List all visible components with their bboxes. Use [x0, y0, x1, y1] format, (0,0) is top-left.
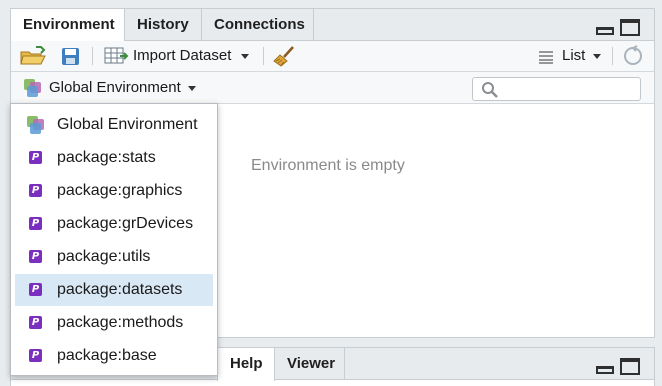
environment-selector[interactable]: Global Environment [19, 77, 209, 99]
chevron-down-icon [241, 54, 249, 59]
package-icon: P [29, 217, 42, 230]
package-icon: P [29, 184, 42, 197]
open-folder-icon[interactable] [19, 45, 47, 67]
package-icon: P [29, 151, 42, 164]
menu-item-package-methods[interactable]: P package:methods [15, 307, 213, 339]
package-icon: P [29, 316, 42, 329]
view-mode-button[interactable]: List [538, 45, 604, 67]
package-icon: P [29, 250, 42, 263]
minimize-icon[interactable] [596, 27, 614, 35]
menu-item-label: package:datasets [57, 281, 183, 298]
import-dataset-label: Import Dataset [133, 47, 232, 64]
environment-selector-label: Global Environment [49, 79, 181, 96]
refresh-icon[interactable] [622, 45, 644, 67]
maximize-icon[interactable] [620, 19, 640, 36]
menu-item-package-base[interactable]: P package:base [15, 340, 213, 372]
toolbar-separator [263, 47, 264, 65]
broom-icon[interactable] [273, 45, 297, 67]
menu-item-label: package:graphics [57, 182, 183, 199]
maximize-icon[interactable] [620, 358, 640, 375]
window-controls [596, 358, 642, 376]
tab-connections[interactable]: Connections [202, 9, 314, 40]
list-icon [538, 49, 554, 71]
window-controls [596, 19, 642, 37]
import-dataset-button[interactable]: Import Dataset [104, 45, 252, 67]
environment-icon [27, 116, 45, 134]
chevron-down-icon [188, 86, 196, 91]
package-icon: P [29, 349, 42, 362]
view-mode-label: List [562, 47, 586, 64]
table-icon [104, 47, 130, 72]
menu-item-package-graphics[interactable]: P package:graphics [15, 175, 213, 207]
package-icon: P [29, 283, 42, 296]
tab-environment[interactable]: Environment [11, 9, 125, 42]
chevron-down-icon [593, 54, 601, 59]
menu-item-package-utils[interactable]: P package:utils [15, 241, 213, 273]
search-icon [481, 81, 499, 103]
menu-item-package-stats[interactable]: P package:stats [15, 142, 213, 174]
menu-item-global-environment[interactable]: Global Environment [15, 109, 213, 141]
menu-item-label: Global Environment [57, 116, 198, 133]
menu-item-label: package:base [57, 347, 157, 364]
toolbar-separator [92, 47, 93, 65]
environment-icon [24, 79, 42, 97]
menu-item-package-datasets[interactable]: P package:datasets [15, 274, 213, 306]
menu-item-package-grdevices[interactable]: P package:grDevices [15, 208, 213, 240]
save-icon[interactable] [61, 45, 81, 67]
menu-item-label: package:utils [57, 248, 151, 265]
menu-item-label: package:grDevices [57, 215, 194, 232]
minimize-icon[interactable] [596, 366, 614, 374]
environment-dropdown-menu: Global Environment P package:stats P pac… [10, 103, 218, 376]
search-input[interactable] [472, 77, 641, 101]
menu-item-label: package:methods [57, 314, 184, 331]
menu-item-label: package:stats [57, 149, 156, 166]
tab-history[interactable]: History [125, 9, 202, 40]
toolbar-separator [612, 47, 613, 65]
environment-tabbar: Environment History Connections [11, 9, 654, 42]
environment-subbar: Global Environment [11, 72, 654, 104]
empty-environment-message: Environment is empty [251, 157, 405, 174]
tab-help[interactable]: Help [217, 348, 275, 381]
environment-toolbar: Import Dataset List [11, 41, 654, 72]
tab-viewer[interactable]: Viewer [275, 348, 345, 379]
